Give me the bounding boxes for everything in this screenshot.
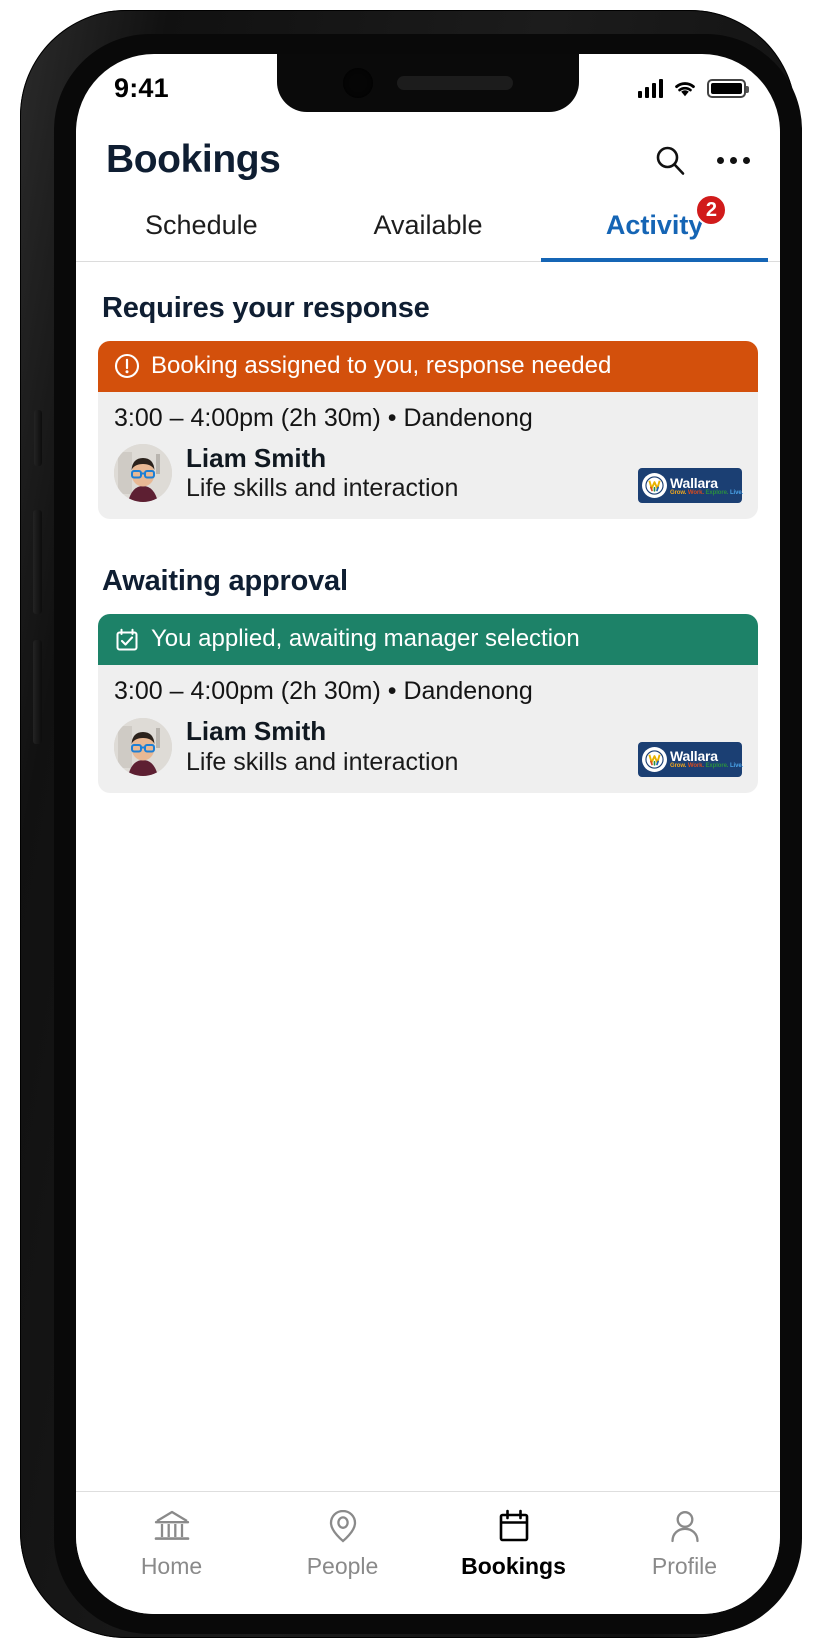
person-name: Liam Smith [186,716,327,747]
card-body-requires-response: 3:00 – 4:00pm (2h 30m) • Dandenong Liam … [98,392,758,520]
nav-item-home[interactable]: Home [86,1506,257,1580]
volume-down-button[interactable] [33,640,42,744]
phone-screen: 9:41 Bookings Schedule Available Activit… [76,54,780,1614]
bottom-navigation: Home People Bookings Profile [76,1491,780,1614]
nav-item-people-label: People [306,1553,379,1579]
status-time: 9:41 [114,72,169,103]
nav-item-bookings[interactable]: Bookings [428,1506,599,1580]
wallara-mark-icon [642,746,667,772]
app-header: Bookings [76,116,780,196]
wallara-w-icon [645,476,664,496]
battery-full-icon [707,78,749,98]
avatar [114,717,172,776]
section-title-requires-response: Requires your response [102,292,430,324]
bank-icon [154,1510,189,1540]
tab-bar: Schedule Available Activity 2 [76,194,780,262]
screenshot-stage: 9:41 Bookings Schedule Available Activit… [0,0,816,1648]
person-role: Life skills and interaction [186,474,459,503]
tab-available-label: Available [373,210,483,240]
wallara-w-icon [645,750,664,769]
nav-item-home-label: Home [140,1553,203,1579]
booking-card-awaiting-approval[interactable]: You applied, awaiting manager selection … [98,614,758,793]
more-options-icon [717,156,750,164]
booking-time-location: 3:00 – 4:00pm (2h 30m) • Dandenong [114,677,533,706]
booking-person-texts: Liam Smith Life skills and interaction [186,443,624,504]
alert-circle-icon [114,354,140,379]
tab-schedule-wrap: Schedule [145,210,258,241]
earpiece-speaker [397,76,513,90]
notch [277,54,579,112]
more-options-button[interactable] [717,156,750,164]
card-banner-alert-text: Booking assigned to you, response needed [151,352,612,379]
location-pin-icon [329,1509,356,1543]
org-logo-wallara: Wallara Grow. Work. Explore. Live. [638,741,743,777]
booking-person-row: Liam Smith Life skills and interaction W… [114,716,743,777]
org-tagline: Grow. Work. Explore. Live. [670,489,744,496]
tab-activity-wrap: Activity 2 [605,194,728,241]
activity-list: Requires your response Booking assigned … [76,262,780,1491]
page-title: Bookings [106,138,281,181]
avatar-photo [114,444,172,503]
org-name: Wallara [670,474,718,491]
status-badge: 2 [695,194,728,226]
tab-schedule[interactable]: Schedule [88,196,315,261]
status-bar: 9:41 [76,54,780,116]
wifi-icon [675,82,695,97]
avatar-photo [114,717,172,776]
org-tagline: Grow. Work. Explore. Live. [670,763,744,770]
booking-person-texts: Liam Smith Life skills and interaction [186,716,624,777]
nav-item-profile-label: Profile [651,1553,718,1579]
org-logo-wallara: Wallara Grow. Work. Explore. Live. [638,468,743,504]
tab-schedule-label: Schedule [145,210,258,240]
booking-card-requires-response[interactable]: Booking assigned to you, response needed… [98,341,758,520]
cellular-signal-icon [637,78,663,98]
card-banner-alert: Booking assigned to you, response needed [98,341,758,392]
search-button[interactable] [653,143,687,177]
person-name: Liam Smith [186,442,327,473]
volume-up-button[interactable] [33,510,42,614]
section-title-awaiting-approval: Awaiting approval [102,565,348,598]
nav-item-people[interactable]: People [257,1506,428,1580]
tab-activity-label: Activity [605,210,704,240]
status-indicators [637,78,749,98]
calendar-check-icon [116,628,138,651]
front-camera-icon [343,68,373,98]
header-actions [653,143,750,177]
tab-available[interactable]: Available [315,196,542,261]
person-icon [670,1511,699,1543]
nav-item-profile[interactable]: Profile [599,1506,770,1580]
tab-available-wrap: Available [373,210,482,241]
avatar [114,444,172,503]
wallara-mark-icon [642,473,667,499]
calendar-icon [499,1509,528,1542]
phone-frame: 9:41 Bookings Schedule Available Activit… [20,10,802,1638]
card-banner-applied-text: You applied, awaiting manager selection [151,625,580,653]
tab-activity[interactable]: Activity 2 [541,194,768,262]
booking-person-row: Liam Smith Life skills and interaction W… [114,443,743,504]
person-role: Life skills and interaction [186,747,459,776]
org-name: Wallara [670,748,718,765]
card-body-awaiting-approval: 3:00 – 4:00pm (2h 30m) • Dandenong Liam … [98,665,758,793]
search-icon [656,146,685,175]
mute-switch-button[interactable] [34,410,42,466]
wallara-text: Wallara Grow. Work. Explore. Live. [670,749,743,769]
booking-time-location: 3:00 – 4:00pm (2h 30m) • Dandenong [114,403,533,432]
nav-item-bookings-label: Bookings [461,1553,566,1579]
wallara-text: Wallara Grow. Work. Explore. Live. [670,476,743,496]
card-banner-applied: You applied, awaiting manager selection [98,614,758,666]
